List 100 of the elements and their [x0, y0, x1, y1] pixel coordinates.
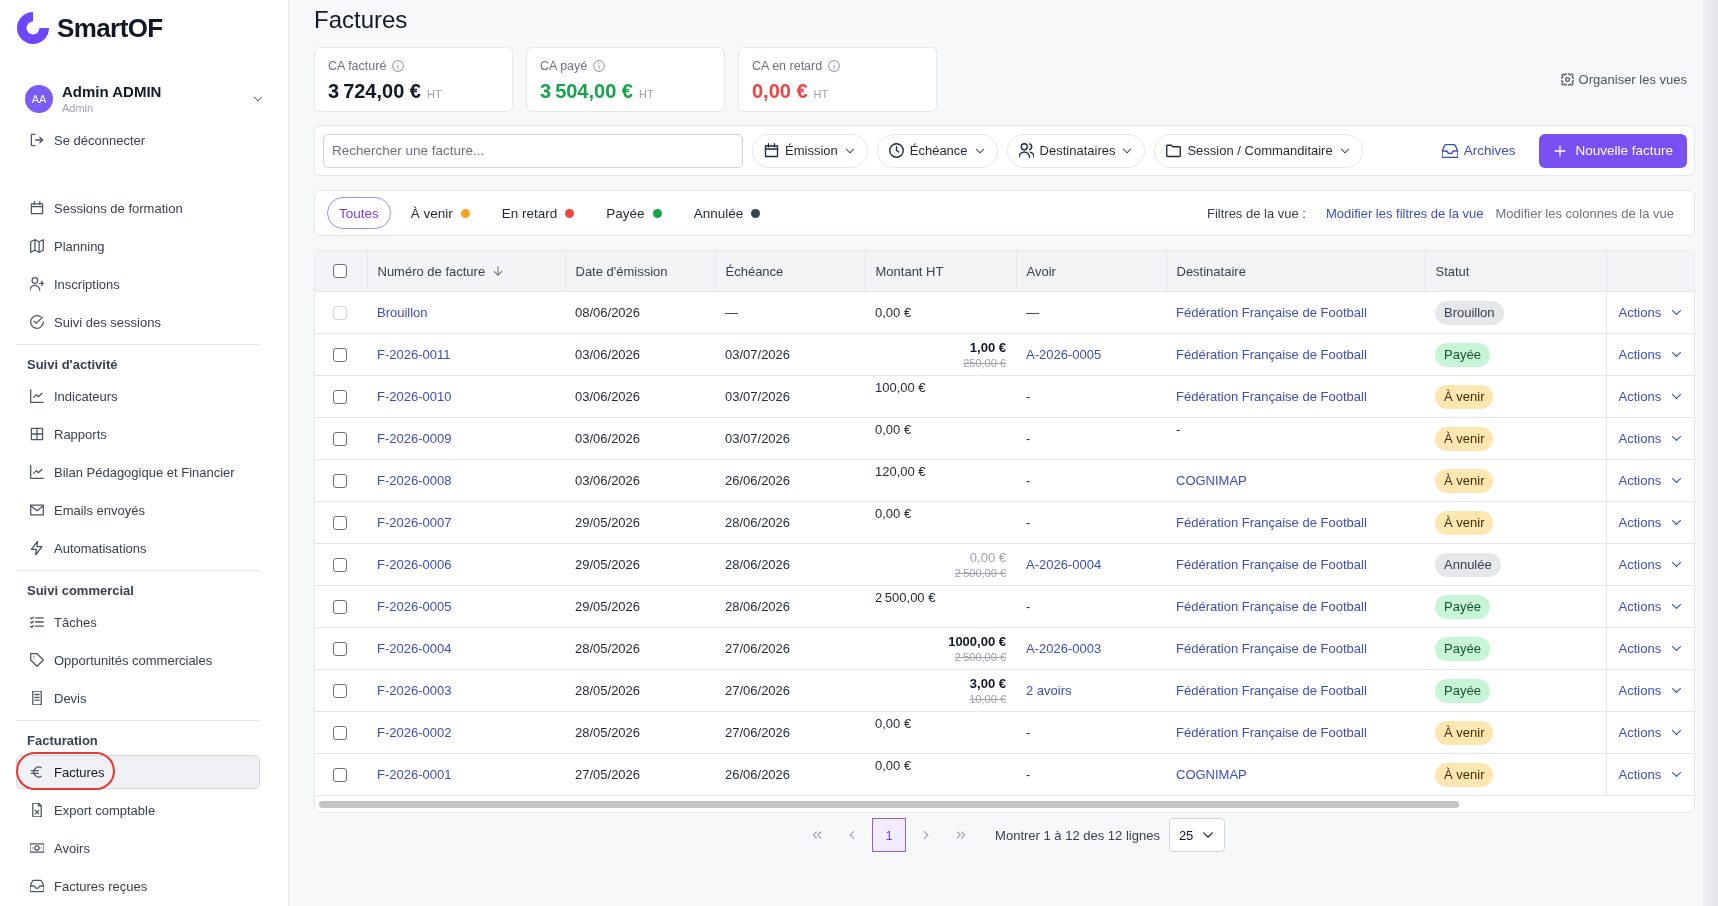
- sidebar-item[interactable]: Export comptable: [16, 793, 260, 827]
- sidebar-item[interactable]: Inscriptions: [16, 267, 260, 301]
- actions-menu-button[interactable]: Actions: [1618, 683, 1684, 698]
- sidebar-item[interactable]: Indicateurs: [16, 379, 260, 413]
- sidebar-item[interactable]: Suivi des sessions: [16, 305, 260, 339]
- invoice-link[interactable]: F-2026-0008: [377, 473, 452, 488]
- user-avatar[interactable]: AA: [25, 85, 53, 113]
- sidebar-item[interactable]: Emails envoyés: [16, 493, 260, 527]
- edit-columns-link[interactable]: Modifier les colonnes de la vue: [1495, 205, 1674, 221]
- actions-menu-button[interactable]: Actions: [1618, 473, 1684, 488]
- status-tab[interactable]: À venir: [398, 197, 482, 229]
- invoice-link[interactable]: F-2026-0003: [377, 683, 452, 698]
- filter-dropdown[interactable]: Échéance: [876, 133, 998, 168]
- row-checkbox[interactable]: [333, 431, 347, 446]
- archives-button[interactable]: Archives: [1441, 142, 1516, 159]
- sidebar-item[interactable]: Rapports: [16, 417, 260, 451]
- status-tab[interactable]: Payée: [594, 197, 674, 229]
- unit-label: HT: [427, 88, 442, 100]
- column-header[interactable]: Avoir: [1026, 263, 1056, 279]
- sidebar-item[interactable]: Tâches: [16, 605, 260, 639]
- table-cell: -: [1016, 375, 1166, 418]
- sidebar-item[interactable]: Devis: [16, 681, 260, 715]
- row-checkbox[interactable]: [333, 473, 347, 488]
- search-field[interactable]: Rechercher une facture...: [323, 133, 743, 168]
- checklist-icon: [30, 615, 44, 629]
- row-checkbox[interactable]: [333, 557, 347, 572]
- actions-menu-button[interactable]: Actions: [1618, 599, 1684, 614]
- recipient-link[interactable]: Fédération Française de Football: [1176, 347, 1367, 362]
- page-button[interactable]: 1: [872, 818, 907, 852]
- row-checkbox[interactable]: [333, 599, 347, 614]
- recipient-link[interactable]: Fédération Française de Football: [1176, 683, 1367, 698]
- invoice-link[interactable]: F-2026-0011: [377, 347, 451, 362]
- select-all-checkbox[interactable]: [333, 264, 347, 278]
- stat-value: 3 724,00 €: [328, 79, 421, 103]
- column-header[interactable]: Échéance: [725, 263, 784, 279]
- logout-link[interactable]: Se déconnecter: [16, 123, 260, 157]
- filter-dropdown[interactable]: Émission: [752, 133, 868, 168]
- invoice-link[interactable]: F-2026-0009: [377, 431, 452, 446]
- status-tab[interactable]: En retard: [489, 197, 587, 229]
- invoice-link[interactable]: F-2026-0004: [377, 641, 452, 656]
- invoice-link[interactable]: F-2026-0001: [377, 767, 452, 782]
- stat-label: CA payé: [540, 58, 588, 74]
- actions-menu-button[interactable]: Actions: [1618, 725, 1684, 740]
- invoice-link[interactable]: F-2026-0007: [377, 515, 452, 530]
- credit-note-link[interactable]: A-2026-0005: [1026, 347, 1102, 362]
- table-cell: -: [1016, 753, 1166, 796]
- actions-menu-button[interactable]: Actions: [1618, 389, 1684, 404]
- recipient-link[interactable]: Fédération Française de Football: [1176, 389, 1367, 404]
- row-checkbox[interactable]: [333, 389, 347, 404]
- column-header[interactable]: Montant HT: [875, 263, 944, 279]
- filter-dropdown[interactable]: Session / Commanditaire: [1154, 133, 1363, 168]
- status-tab[interactable]: Annulée: [681, 197, 773, 229]
- invoice-link[interactable]: F-2026-0010: [377, 389, 452, 404]
- sidebar-item[interactable]: Bilan Pédagogique et Financier: [16, 455, 260, 489]
- organize-views-button[interactable]: Organiser les vues: [1560, 72, 1687, 87]
- credit-note-link[interactable]: A-2026-0004: [1026, 557, 1102, 572]
- logout-icon: [30, 133, 44, 147]
- invoice-link[interactable]: F-2026-0006: [377, 557, 452, 572]
- recipient-link[interactable]: Fédération Française de Football: [1176, 557, 1367, 572]
- actions-menu-button[interactable]: Actions: [1618, 347, 1684, 362]
- recipient-link[interactable]: Fédération Française de Football: [1176, 599, 1367, 614]
- scrollbar-thumb[interactable]: [319, 801, 1459, 808]
- info-icon: [392, 60, 405, 72]
- actions-menu-button[interactable]: Actions: [1618, 431, 1684, 446]
- actions-menu-button[interactable]: Actions: [1618, 515, 1684, 530]
- row-checkbox[interactable]: [333, 641, 347, 656]
- table-cell: 27/05/2026: [565, 753, 715, 796]
- actions-menu-button[interactable]: Actions: [1618, 767, 1684, 782]
- credit-note-link[interactable]: A-2026-0003: [1026, 641, 1102, 656]
- row-checkbox[interactable]: [333, 347, 347, 362]
- actions-menu-button[interactable]: Actions: [1618, 641, 1684, 656]
- sidebar-item[interactable]: Planning: [16, 229, 260, 263]
- filter-dropdown[interactable]: Destinataires: [1006, 133, 1146, 168]
- credit-note-link[interactable]: 2 avoirs: [1026, 683, 1072, 698]
- recipient-link[interactable]: Fédération Française de Football: [1176, 641, 1367, 656]
- page-size-select[interactable]: 25: [1168, 818, 1225, 852]
- new-invoice-button[interactable]: Nouvelle facture: [1539, 133, 1687, 168]
- actions-menu-button[interactable]: Actions: [1618, 557, 1684, 572]
- invoice-link[interactable]: F-2026-0005: [377, 599, 452, 614]
- invoice-link[interactable]: F-2026-0002: [377, 725, 452, 740]
- sidebar-item[interactable]: Sessions de formation: [16, 191, 260, 225]
- row-checkbox[interactable]: [333, 767, 347, 782]
- row-checkbox[interactable]: [333, 725, 347, 740]
- row-checkbox[interactable]: [333, 683, 347, 698]
- sidebar-item[interactable]: Factures reçues: [16, 869, 260, 903]
- table-cell: 29/05/2026: [565, 585, 715, 628]
- sidebar-item[interactable]: Opportunités commerciales: [16, 643, 260, 677]
- recipient-link[interactable]: COGNIMAP: [1176, 767, 1247, 782]
- sidebar-item[interactable]: Automatisations: [16, 531, 260, 565]
- sidebar-item[interactable]: Factures: [16, 755, 260, 789]
- recipient-link[interactable]: Fédération Française de Football: [1176, 515, 1367, 530]
- sidebar-item[interactable]: Avoirs: [16, 831, 260, 865]
- column-header[interactable]: Statut: [1435, 263, 1470, 279]
- recipient-link[interactable]: COGNIMAP: [1176, 473, 1247, 488]
- row-checkbox[interactable]: [333, 515, 347, 530]
- column-header[interactable]: Destinataire: [1176, 263, 1246, 279]
- edit-filters-link[interactable]: Modifier les filtres de la vue: [1326, 205, 1484, 221]
- recipient-link[interactable]: Fédération Française de Football: [1176, 725, 1367, 740]
- user-plus-icon: [30, 277, 44, 291]
- status-badge: À venir: [1435, 426, 1494, 451]
